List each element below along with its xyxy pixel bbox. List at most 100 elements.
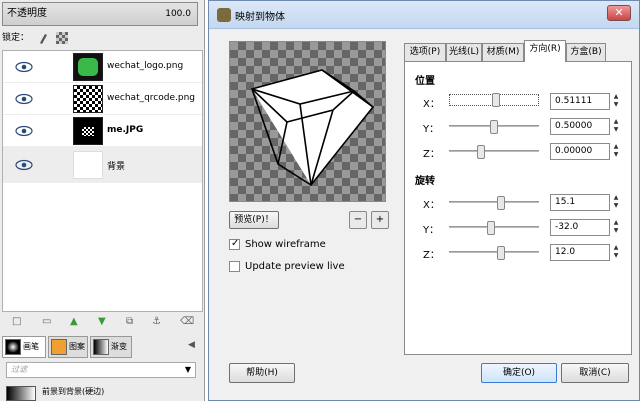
show-wireframe-option[interactable]: Show wireframe <box>229 237 326 252</box>
tab-orientation[interactable]: 方向(R) <box>524 40 566 62</box>
layer-thumbnail <box>73 85 103 113</box>
title-bar: 映射到物体 ✕ <box>209 1 639 29</box>
slider-handle[interactable] <box>490 120 498 134</box>
position-y-slider[interactable] <box>449 120 539 134</box>
slider-handle[interactable] <box>487 221 495 235</box>
rotation-y-input[interactable]: -32.0 <box>550 219 610 236</box>
lower-layer-icon[interactable]: ▼ <box>98 316 106 327</box>
layer-row[interactable]: wechat_qrcode.png <box>3 83 202 115</box>
slider-handle[interactable] <box>477 145 485 159</box>
eye-icon[interactable] <box>15 159 33 171</box>
zoom-out-icon[interactable]: − <box>349 211 367 229</box>
tab-patterns[interactable]: 图案 <box>48 336 88 358</box>
layer-name: wechat_logo.png <box>107 61 184 71</box>
layer-thumbnail <box>73 151 103 179</box>
layers-panel: 不透明度 100.0 锁定： wechat_logo.png wechat_qr… <box>0 0 205 401</box>
opacity-value: 100.0 <box>165 9 191 19</box>
position-y-input[interactable]: 0.50000 <box>550 118 610 135</box>
slider-handle[interactable] <box>491 93 500 107</box>
rotation-section-title: 旋转 <box>415 176 435 187</box>
position-y-label: Y： <box>423 124 440 135</box>
spin-arrows-icon[interactable]: ▲ ▼ <box>611 118 621 135</box>
position-z-input[interactable]: 0.00000 <box>550 143 610 160</box>
tab-material[interactable]: 材质(M) <box>482 43 524 61</box>
layers-list: wechat_logo.png wechat_qrcode.png me.JPG… <box>2 50 203 312</box>
preview-button[interactable]: 预览(P)！ <box>229 211 279 229</box>
layer-name: 背景 <box>107 162 126 172</box>
rotation-y-label: Y： <box>423 225 440 236</box>
update-preview-live-label: Update preview live <box>245 261 345 272</box>
panel-menu-icon[interactable]: ◀ <box>188 340 195 350</box>
filter-placeholder: 过滤 <box>11 365 27 374</box>
eye-icon[interactable] <box>15 61 33 73</box>
rotation-y-slider[interactable] <box>449 221 539 235</box>
tab-brushes[interactable]: 画笔 <box>2 336 46 358</box>
opacity-slider[interactable]: 不透明度 100.0 <box>2 2 198 26</box>
spin-arrows-icon[interactable]: ▲ ▼ <box>611 219 621 236</box>
tab-light[interactable]: 光线(L) <box>446 43 482 61</box>
rotation-z-slider[interactable] <box>449 246 539 260</box>
position-section-title: 位置 <box>415 76 435 87</box>
help-button[interactable]: 帮助(H) <box>229 363 295 383</box>
lock-alpha-checker-icon[interactable] <box>55 31 68 44</box>
slider-handle[interactable] <box>497 246 505 260</box>
gradient-icon <box>93 339 109 355</box>
eye-icon[interactable] <box>15 125 33 137</box>
close-button[interactable]: ✕ <box>607 5 631 21</box>
preview-area <box>229 41 386 202</box>
slider-handle[interactable] <box>497 196 505 210</box>
gradient-item[interactable]: 前景到背景(硬边) <box>6 384 196 401</box>
opacity-label: 不透明度 <box>7 8 47 19</box>
orientation-panel: 位置 X： 0.51111 ▲ ▼ Y： 0.50000 ▲ ▼ Z： 0.0000… <box>404 61 632 355</box>
zoom-in-icon[interactable]: + <box>371 211 389 229</box>
rotation-x-label: X： <box>423 200 440 211</box>
app-icon <box>217 8 231 22</box>
spin-arrows-icon[interactable]: ▲ ▼ <box>611 93 621 110</box>
tab-label: 渐变 <box>111 342 127 351</box>
dialog-title: 映射到物体 <box>235 12 285 23</box>
tab-label: 画笔 <box>23 342 39 351</box>
layer-row[interactable]: me.JPG <box>3 115 202 147</box>
lock-row: 锁定： <box>2 30 68 46</box>
ok-button[interactable]: 确定(O) <box>481 363 557 383</box>
filter-input[interactable]: 过滤 ▼ <box>6 362 196 378</box>
brush-icon <box>5 339 21 355</box>
spin-arrows-icon[interactable]: ▲ ▼ <box>611 194 621 211</box>
layer-thumbnail <box>73 117 103 145</box>
position-z-label: Z： <box>423 149 440 160</box>
layer-name: me.JPG <box>107 125 144 135</box>
show-wireframe-checkbox[interactable] <box>229 237 240 251</box>
delete-layer-icon[interactable]: ⌫ <box>180 316 194 327</box>
update-preview-live-checkbox[interactable] <box>229 260 240 272</box>
duplicate-layer-icon[interactable]: ⧉ <box>126 316 133 327</box>
pattern-icon <box>51 339 67 355</box>
eye-icon[interactable] <box>15 93 33 105</box>
tab-options[interactable]: 选项(P) <box>404 43 446 61</box>
tab-box[interactable]: 方盒(B) <box>566 43 606 61</box>
tab-gradients[interactable]: 渐变 <box>90 336 132 358</box>
position-x-input[interactable]: 0.51111 <box>550 93 610 110</box>
rotation-z-label: Z： <box>423 250 440 261</box>
new-layer-icon[interactable]: □ <box>12 316 21 327</box>
rotation-z-input[interactable]: 12.0 <box>550 244 610 261</box>
map-object-dialog: 映射到物体 ✕ 预览(P)！ − + Show wireframe Update… <box>208 0 640 401</box>
layer-buttons: □ ▭ ▲ ▼ ⧉ ⚓ ⌫ <box>2 314 203 330</box>
cancel-button[interactable]: 取消(C) <box>561 363 629 383</box>
rotation-x-slider[interactable] <box>449 196 539 210</box>
rotation-x-input[interactable]: 15.1 <box>550 194 610 211</box>
layer-row[interactable]: wechat_logo.png <box>3 51 202 83</box>
gradient-name: 前景到背景(硬边) <box>42 387 105 396</box>
raise-layer-icon[interactable]: ▲ <box>70 316 78 327</box>
spin-arrows-icon[interactable]: ▲ ▼ <box>611 244 621 261</box>
lock-pixels-brush-icon[interactable] <box>38 32 48 44</box>
spin-arrows-icon[interactable]: ▲ ▼ <box>611 143 621 160</box>
gradient-swatch <box>6 386 36 401</box>
anchor-layer-icon[interactable]: ⚓ <box>152 316 161 327</box>
position-z-slider[interactable] <box>449 145 539 159</box>
position-x-slider[interactable] <box>449 93 539 107</box>
new-group-icon[interactable]: ▭ <box>42 316 51 327</box>
layer-name: wechat_qrcode.png <box>107 93 196 103</box>
chevron-down-icon[interactable]: ▼ <box>185 363 191 377</box>
update-preview-live-option[interactable]: Update preview live <box>229 260 345 274</box>
layer-row[interactable]: 背景 <box>3 147 202 183</box>
